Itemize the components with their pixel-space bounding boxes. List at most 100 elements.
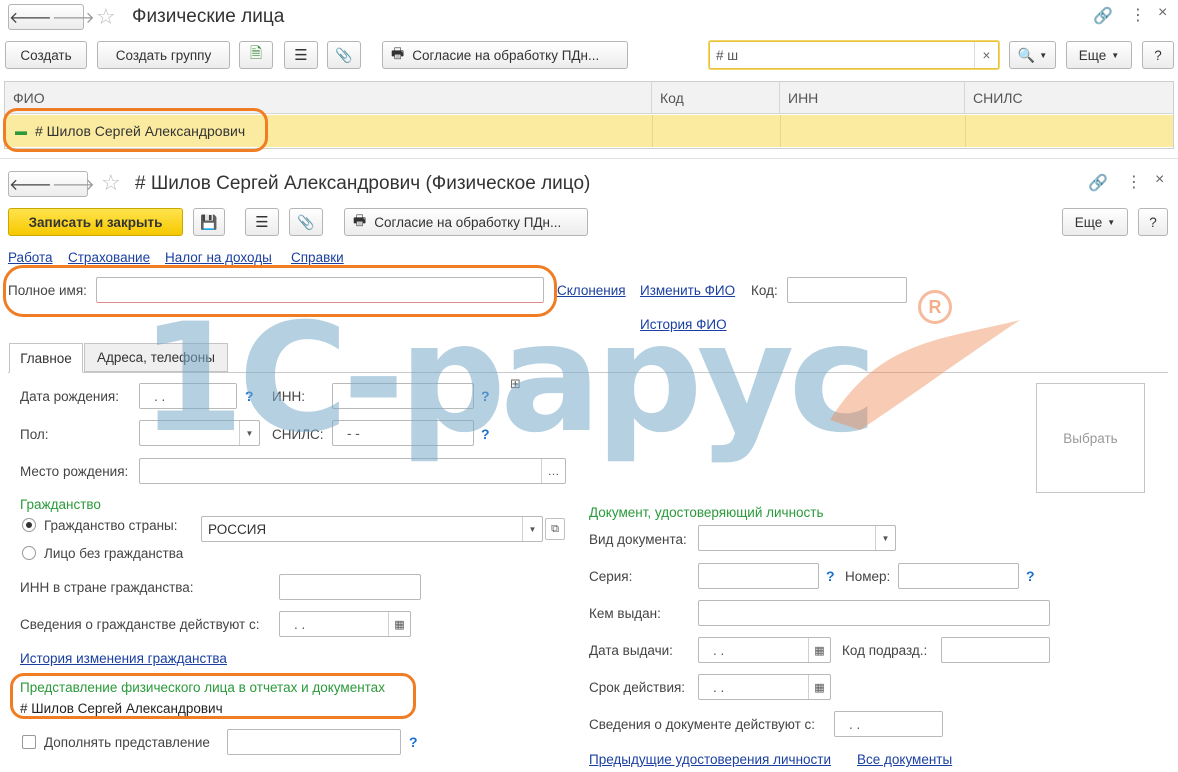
validity-input[interactable]: . . ▦ xyxy=(698,674,831,700)
ellipsis-icon[interactable]: … xyxy=(541,459,565,483)
supplement-help[interactable]: ? xyxy=(409,734,418,750)
help-button[interactable]: ? xyxy=(1142,41,1174,69)
inn-input[interactable] xyxy=(332,383,474,409)
link-icon[interactable]: 🔗 xyxy=(1088,173,1108,193)
fio-history-link[interactable]: История ФИО xyxy=(640,317,727,332)
tab-addresses-phones[interactable]: Адреса, телефоны xyxy=(84,343,228,372)
supplement-input[interactable] xyxy=(227,729,401,755)
citizenship-history-link[interactable]: История изменения гражданства xyxy=(20,651,227,666)
list-icon: ☰ xyxy=(255,214,269,231)
nav-link-income-tax[interactable]: Налог на доходы xyxy=(165,250,272,265)
search-options-button[interactable]: 🔍 ▼ xyxy=(1009,41,1056,69)
clear-search-button[interactable]: × xyxy=(974,42,998,68)
birthplace-input[interactable]: … xyxy=(139,458,566,484)
consent-button[interactable]: 🖶 Согласие на обработку ПДн... xyxy=(382,41,628,69)
inn-citizenship-input[interactable] xyxy=(279,574,421,600)
birth-date-input[interactable]: . . xyxy=(139,383,237,409)
more-vertical-icon[interactable]: ⋮ xyxy=(1130,5,1146,25)
issue-date-label: Дата выдачи: xyxy=(589,643,673,658)
help-button[interactable]: ? xyxy=(1138,208,1168,236)
calendar-icon[interactable]: ▦ xyxy=(808,675,830,699)
citizenship-country-select[interactable]: РОССИЯ ▼ xyxy=(201,516,543,542)
back-arrow-icon[interactable]: 🡐 xyxy=(9,7,52,28)
photo-select-button[interactable]: Выбрать xyxy=(1036,383,1145,493)
more-vertical-icon[interactable]: ⋮ xyxy=(1126,172,1142,192)
attach-button[interactable]: 📎 xyxy=(327,41,361,69)
dept-code-input[interactable] xyxy=(941,637,1050,663)
history-nav: 🡐 🡒 xyxy=(8,4,95,30)
list-icon: ☰ xyxy=(294,47,308,64)
citizenship-valid-date[interactable]: . . ▦ xyxy=(279,611,411,637)
nav-link-certificates[interactable]: Справки xyxy=(291,250,344,265)
star-icon[interactable]: ☆ xyxy=(96,4,116,30)
attach-button[interactable]: 📎 xyxy=(289,208,323,236)
search-input[interactable]: # ш × xyxy=(709,41,999,69)
doc-header: Документ, удостоверяющий личность xyxy=(589,505,824,520)
snils-help[interactable]: ? xyxy=(481,426,490,442)
floppy-disk-icon: 💾 xyxy=(200,213,218,230)
copy-button[interactable]: 🗎 xyxy=(239,41,273,69)
all-documents-link[interactable]: Все документы xyxy=(857,752,952,767)
birth-date-help[interactable]: ? xyxy=(245,388,254,404)
star-icon[interactable]: ☆ xyxy=(101,170,121,196)
series-input[interactable] xyxy=(698,563,819,589)
inn-citizenship-label: ИНН в стране гражданства: xyxy=(20,580,194,595)
column-header-snils[interactable]: СНИЛС xyxy=(965,82,1173,114)
more-button[interactable]: Еще ▼ xyxy=(1066,41,1132,69)
list-button[interactable]: ☰ xyxy=(284,41,318,69)
number-input[interactable] xyxy=(898,563,1019,589)
list-button[interactable]: ☰ xyxy=(245,208,279,236)
birthplace-label: Место рождения: xyxy=(20,464,129,479)
supplement-label: Дополнять представление xyxy=(44,735,210,750)
doc-type-select[interactable]: ▼ xyxy=(698,525,896,551)
snils-input[interactable]: - - xyxy=(332,420,474,446)
birth-date-value: . . xyxy=(154,388,166,404)
column-header-inn[interactable]: ИНН xyxy=(780,82,965,114)
snils-label: СНИЛС: xyxy=(272,427,324,442)
citizenship-valid-label: Сведения о гражданстве действуют с: xyxy=(20,617,260,632)
close-icon[interactable]: × xyxy=(1155,171,1164,189)
column-header-fio[interactable]: ФИО xyxy=(5,82,652,114)
calendar-icon[interactable]: ▦ xyxy=(808,638,830,662)
inn-label: ИНН: xyxy=(272,389,305,404)
paperclip-icon: 📎 xyxy=(297,213,315,230)
more-button[interactable]: Еще ▼ xyxy=(1062,208,1128,236)
citizenship-header: Гражданство xyxy=(20,497,101,512)
table-row[interactable]: ▬ # Шилов Сергей Александрович xyxy=(5,115,1173,147)
column-header-code[interactable]: Код xyxy=(652,82,780,114)
gender-select[interactable]: ▼ xyxy=(139,420,260,446)
forward-arrow-icon[interactable]: 🡒 xyxy=(52,174,95,195)
inn-help[interactable]: ? xyxy=(481,388,490,404)
supplement-checkbox[interactable] xyxy=(22,735,36,749)
back-arrow-icon[interactable]: 🡐 xyxy=(9,174,52,195)
issued-by-input[interactable] xyxy=(698,600,1050,626)
tab-main[interactable]: Главное xyxy=(9,343,83,373)
series-help[interactable]: ? xyxy=(826,568,835,584)
consent-button[interactable]: 🖶 Согласие на обработку ПДн... xyxy=(344,208,588,236)
full-name-input[interactable] xyxy=(96,277,544,303)
save-and-close-button[interactable]: Записать и закрыть xyxy=(8,208,183,236)
close-icon[interactable]: × xyxy=(1158,4,1167,22)
issue-date-input[interactable]: . . ▦ xyxy=(698,637,831,663)
number-help[interactable]: ? xyxy=(1026,568,1035,584)
doc-valid-input[interactable]: . . xyxy=(834,711,943,737)
create-button[interactable]: Создать xyxy=(5,41,87,69)
declensions-link[interactable]: Склонения xyxy=(557,283,626,298)
grid-icon[interactable]: ⊞ xyxy=(510,376,521,392)
change-fio-link[interactable]: Изменить ФИО xyxy=(640,283,735,298)
stateless-label: Лицо без гражданства xyxy=(44,546,184,561)
create-group-button[interactable]: Создать группу xyxy=(97,41,230,69)
previous-documents-link[interactable]: Предыдущие удостоверения личности xyxy=(589,752,831,767)
nav-link-insurance[interactable]: Страхование xyxy=(68,250,150,265)
citizenship-country-radio[interactable] xyxy=(22,518,36,532)
calendar-icon[interactable]: ▦ xyxy=(388,612,410,636)
stateless-radio[interactable] xyxy=(22,546,36,560)
open-icon[interactable]: ⧉ xyxy=(545,518,565,540)
printer-icon: 🖶 xyxy=(391,45,405,61)
link-icon[interactable]: 🔗 xyxy=(1093,6,1113,26)
forward-arrow-icon[interactable]: 🡒 xyxy=(52,7,95,28)
nav-link-work[interactable]: Работа xyxy=(8,250,53,265)
series-label: Серия: xyxy=(589,569,633,584)
save-button[interactable]: 💾 xyxy=(193,208,225,236)
birth-date-label: Дата рождения: xyxy=(20,389,119,404)
